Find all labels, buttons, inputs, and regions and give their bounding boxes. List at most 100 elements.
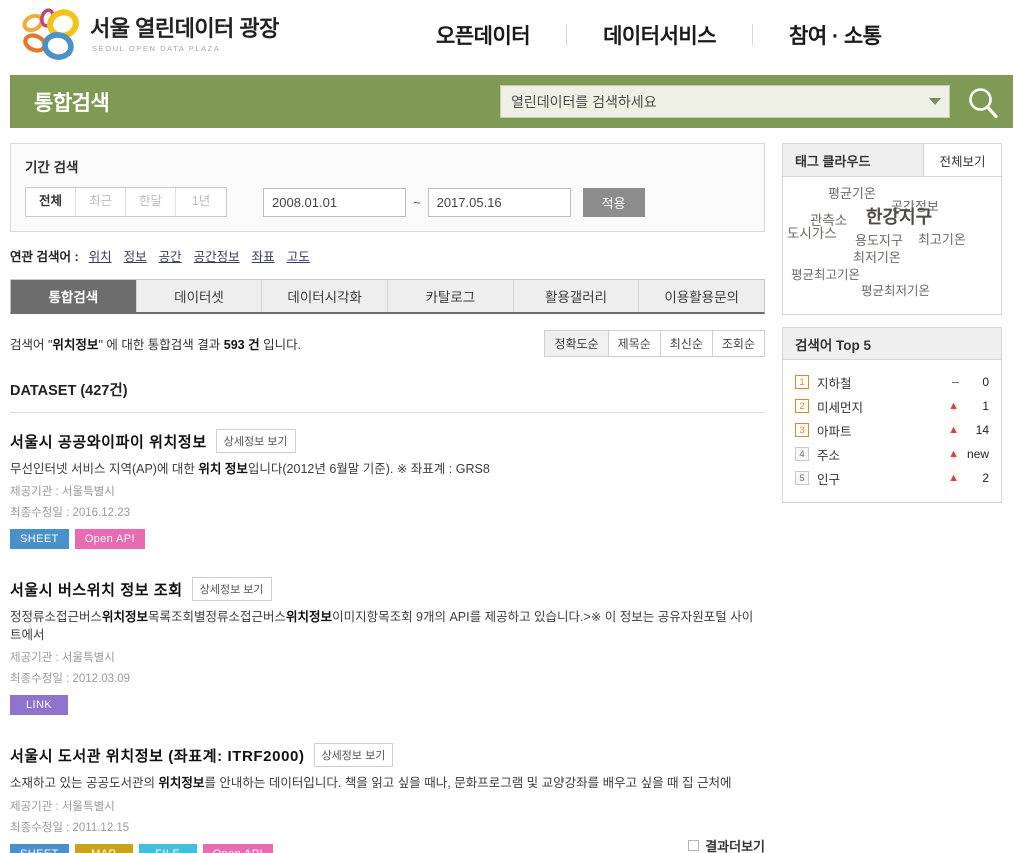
summary-keyword: 위치정보	[52, 338, 99, 352]
provider-label: 제공기관 :	[10, 486, 62, 499]
result-item: 서울시 도서관 위치정보 (좌표계: ITRF2000) 상세정보 보기 소재하…	[10, 721, 765, 853]
search-icon[interactable]	[965, 85, 1001, 121]
period-option-one-year[interactable]: 1년	[176, 188, 226, 216]
desc-part: 소재하고 있는 공공도서관의	[10, 776, 159, 791]
desc-part: 입니다(2012년 6월말 기준). ※ 좌표계 : GRS8	[247, 462, 490, 476]
period-segment-group: 전체 최근 한달 1년	[25, 187, 227, 217]
nav-item-opendata[interactable]: 오픈데이터	[400, 20, 566, 50]
period-search-title: 기간 검색	[25, 160, 79, 175]
tag-hangang-district[interactable]: 한강지구	[866, 203, 932, 229]
search-box[interactable]	[500, 85, 950, 118]
search-band-title: 통합검색	[34, 91, 110, 115]
more-results-link[interactable]: 결과더보기	[10, 838, 765, 853]
trend-indicator: ▲ 1	[948, 399, 989, 413]
trend-indicator: ▲ 14	[948, 423, 989, 437]
tab-usage-gallery[interactable]: 활용갤러리	[513, 280, 640, 312]
provider-value: 서울특별시	[61, 652, 115, 665]
badge-sheet[interactable]: SHEET	[10, 529, 69, 550]
trend-up-icon: ▲	[948, 400, 959, 412]
page-root: 서울 열린데이터 광장 SEOUL OPEN DATA PLAZA 오픈데이터 …	[0, 0, 1023, 853]
brand-subtitle: SEOUL OPEN DATA PLAZA	[92, 43, 221, 53]
tab-catalog[interactable]: 카탈로그	[388, 280, 514, 312]
result-header: 서울시 공공와이파이 위치정보 상세정보 보기	[10, 429, 765, 453]
result-header: 서울시 도서관 위치정보 (좌표계: ITRF2000) 상세정보 보기	[10, 743, 765, 768]
sort-by-relevance[interactable]: 정확도순	[544, 330, 609, 357]
chevron-down-icon[interactable]	[929, 98, 941, 105]
tab-data-visualization[interactable]: 데이터시각화	[262, 280, 389, 312]
sort-by-views[interactable]: 조회순	[711, 330, 765, 357]
summary-count: 593 건	[223, 338, 260, 352]
result-title[interactable]: 서울시 도서관 위치정보 (좌표계: ITRF2000)	[10, 745, 305, 766]
sort-by-title[interactable]: 제목순	[607, 330, 661, 357]
related-term-4[interactable]: 공간정보	[194, 246, 240, 265]
related-term-5[interactable]: 좌표	[252, 246, 275, 265]
tag-cloud-view-all-button[interactable]: 전체보기	[923, 144, 1001, 176]
related-term-6[interactable]: 고도	[287, 246, 310, 265]
badge-open-api[interactable]: Open API	[74, 529, 145, 550]
result-description: 무선인터넷 서비스 지역(AP)에 대한 위치 정보입니다(2012년 6월말 …	[10, 460, 755, 478]
plus-box-icon	[688, 840, 700, 851]
apply-period-button[interactable]: 적용	[582, 187, 645, 217]
related-term-1[interactable]: 위치	[89, 246, 112, 265]
result-updated: 최종수정일 : 2012.03.09	[10, 670, 765, 686]
keyword-label[interactable]: 인구	[817, 469, 948, 488]
period-option-one-month[interactable]: 한달	[126, 188, 176, 216]
tag-city-gas[interactable]: 도시가스	[787, 222, 837, 242]
top-keywords-list: 1 지하철 – 0 2 미세먼지 ▲ 1 3 아파트 ▲ 14 4 주소 ▲ n…	[783, 360, 1001, 502]
rank-badge: 4	[795, 447, 809, 461]
list-item[interactable]: 2 미세먼지 ▲ 1	[795, 394, 989, 418]
result-item: 서울시 공공와이파이 위치정보 상세정보 보기 무선인터넷 서비스 지역(AP)…	[10, 413, 765, 555]
tag-avg-max-temp[interactable]: 평균최고기온	[791, 264, 860, 283]
badge-link[interactable]: LINK	[10, 695, 68, 716]
updated-value: 2012.03.09	[72, 673, 131, 686]
integrated-search-band: 통합검색	[10, 75, 1013, 128]
desc-part: 목록조회별정류소접근버스	[148, 610, 287, 625]
view-details-button[interactable]: 상세정보 보기	[313, 743, 394, 768]
view-details-button[interactable]: 상세정보 보기	[191, 577, 272, 602]
list-item[interactable]: 5 인구 ▲ 2	[795, 466, 989, 490]
tag-min-temp[interactable]: 최저기온	[853, 247, 901, 266]
tab-usage-inquiry[interactable]: 이용활용문의	[639, 280, 765, 312]
nav-item-participation[interactable]: 참여 · 소통	[753, 20, 917, 50]
view-details-button[interactable]: 상세정보 보기	[215, 429, 296, 453]
desc-highlight: 위치정보	[102, 610, 149, 625]
tag-max-temp[interactable]: 최고기온	[918, 229, 966, 248]
updated-value: 2016.12.23	[72, 507, 131, 520]
result-item: 서울시 버스위치 정보 조회 상세정보 보기 정정류소접근버스위치정보목록조회별…	[10, 555, 765, 721]
trend-indicator: ▲ 2	[948, 471, 989, 485]
list-item[interactable]: 1 지하철 – 0	[795, 370, 989, 394]
keyword-label[interactable]: 아파트	[817, 421, 948, 440]
rank-badge: 5	[795, 471, 809, 485]
related-term-2[interactable]: 정보	[124, 246, 147, 265]
updated-label: 최종수정일 :	[10, 507, 73, 520]
tag-avg-temp[interactable]: 평균기온	[828, 183, 876, 202]
nav-item-dataservice[interactable]: 데이터서비스	[567, 20, 752, 50]
desc-highlight: 위치정보	[158, 776, 205, 791]
keyword-label[interactable]: 미세먼지	[817, 397, 948, 416]
result-format-badges: LINK	[10, 695, 765, 716]
tab-integrated-search[interactable]: 통합검색	[11, 280, 137, 312]
period-option-recent[interactable]: 최근	[76, 188, 126, 216]
start-date-input[interactable]	[263, 187, 406, 217]
end-date-input[interactable]	[427, 187, 571, 217]
related-term-3[interactable]: 공간	[159, 246, 182, 265]
search-input[interactable]	[509, 92, 929, 111]
tag-avg-min-temp[interactable]: 평균최저기온	[861, 280, 930, 299]
sort-by-newest[interactable]: 최신순	[659, 330, 713, 357]
desc-highlight: 위치정보	[286, 610, 333, 625]
result-title[interactable]: 서울시 버스위치 정보 조회	[10, 579, 183, 600]
trend-value: 2	[982, 471, 989, 485]
result-header: 서울시 버스위치 정보 조회 상세정보 보기	[10, 577, 765, 602]
tag-cloud-title: 태그 클라우드	[783, 144, 923, 176]
keyword-label[interactable]: 주소	[817, 445, 948, 464]
result-format-badges: SHEET Open API	[10, 529, 765, 550]
list-item[interactable]: 4 주소 ▲ new	[795, 442, 989, 466]
keyword-label[interactable]: 지하철	[817, 373, 952, 392]
result-title[interactable]: 서울시 공공와이파이 위치정보	[10, 431, 207, 452]
tab-dataset[interactable]: 데이터셋	[136, 280, 263, 312]
period-option-all[interactable]: 전체	[26, 188, 76, 216]
brand-logo[interactable]: 서울 열린데이터 광장 SEOUL OPEN DATA PLAZA	[18, 7, 279, 63]
trend-value: 1	[982, 399, 989, 413]
list-item[interactable]: 3 아파트 ▲ 14	[795, 418, 989, 442]
provider-label: 제공기관 :	[10, 800, 62, 813]
